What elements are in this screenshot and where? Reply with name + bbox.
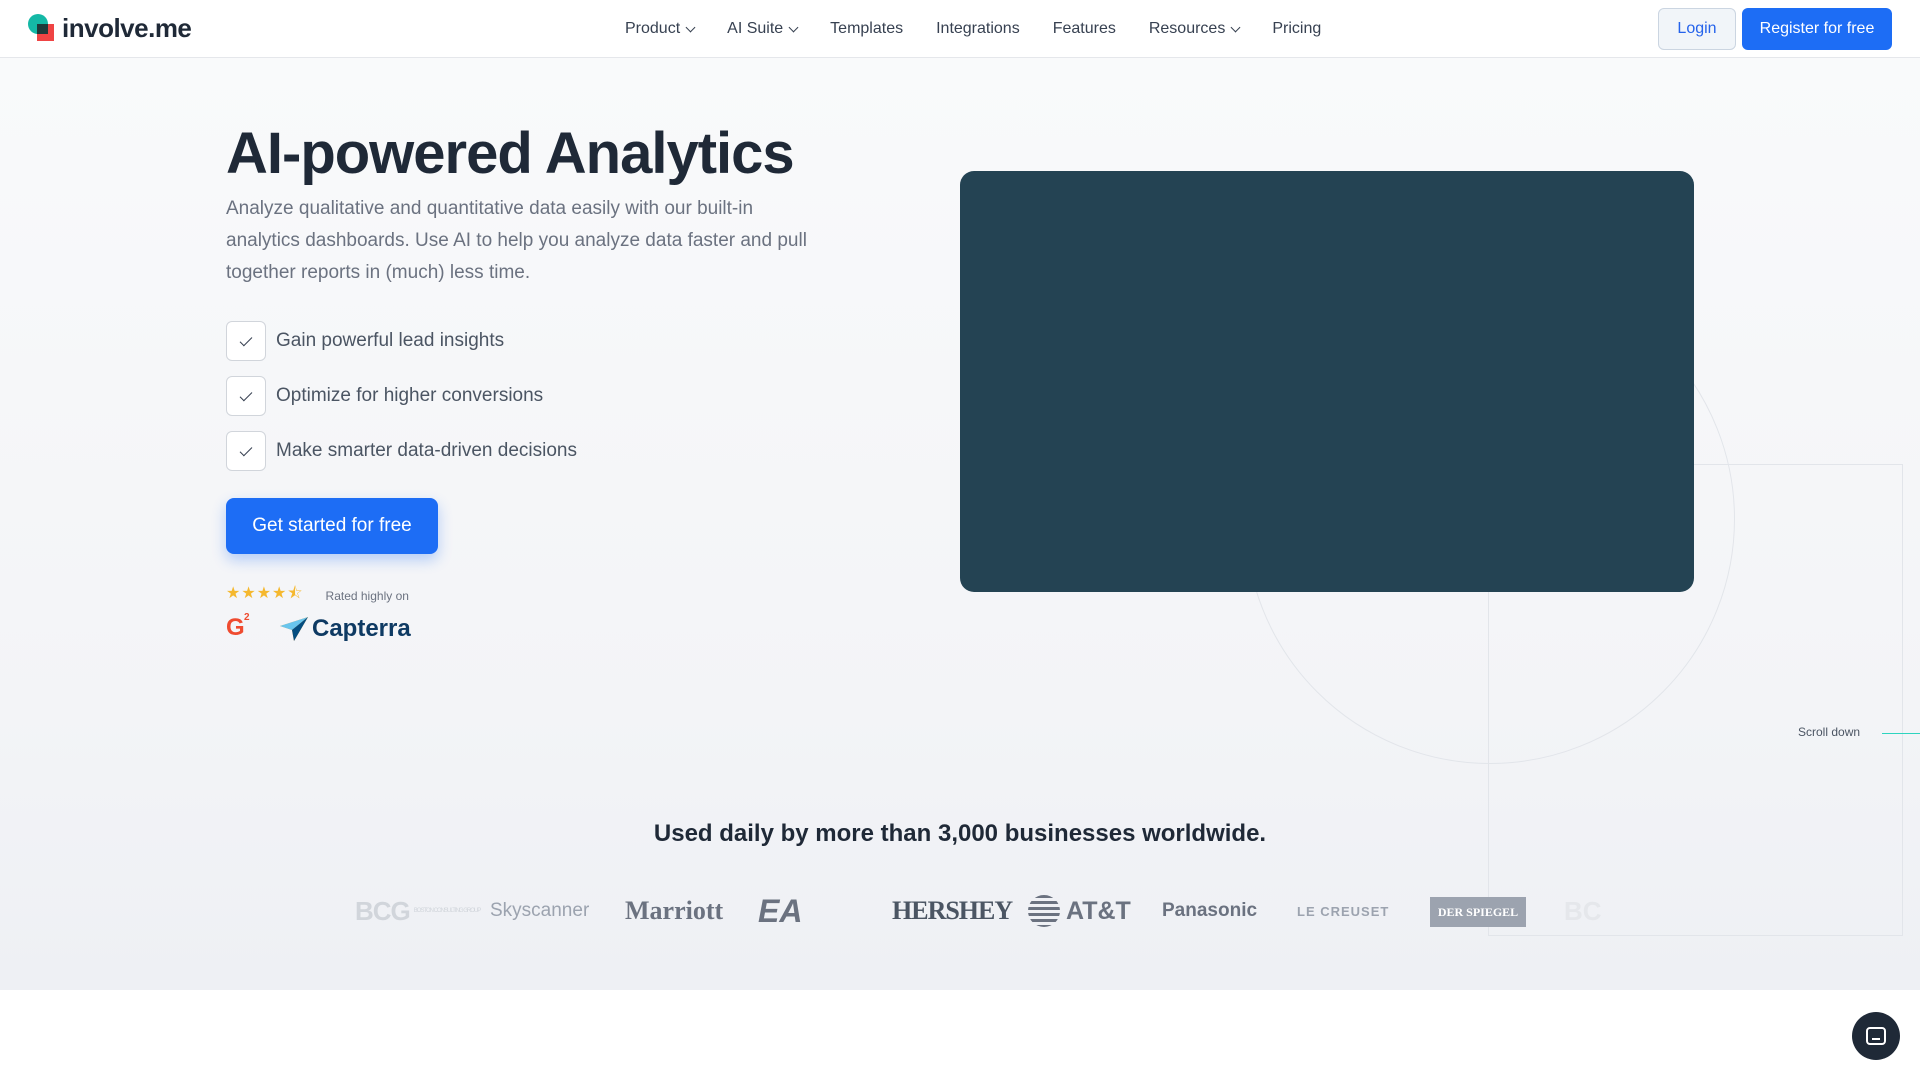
scroll-indicator-line xyxy=(1882,733,1920,734)
capterra-arrow-icon xyxy=(280,617,308,641)
main-nav: Product AI Suite Templates Integrations … xyxy=(625,0,1354,58)
scroll-down-label[interactable]: Scroll down xyxy=(1798,725,1860,739)
hershey-logo: HERSHEY xyxy=(892,896,1013,925)
hero-media-panel[interactable] xyxy=(960,171,1694,592)
ea-logo: EA xyxy=(758,892,803,929)
nav-item-pricing[interactable]: Pricing xyxy=(1272,20,1321,38)
nav-item-features[interactable]: Features xyxy=(1053,20,1116,38)
nav-item-ai-suite[interactable]: AI Suite xyxy=(727,20,799,38)
feature-checklist: Gain powerful lead insights Optimize for… xyxy=(226,320,577,485)
nav-label: Pricing xyxy=(1272,20,1322,37)
checklist-label: Optimize for higher conversions xyxy=(276,385,544,406)
checklist-label: Make smarter data-driven decisions xyxy=(276,440,577,461)
nav-label: Product xyxy=(625,20,681,37)
checklist-label: Gain powerful lead insights xyxy=(276,330,505,351)
register-button[interactable]: Register for free xyxy=(1742,8,1892,50)
chevron-down-icon xyxy=(1230,22,1241,32)
capterra-logo[interactable]: Capterra xyxy=(280,615,411,643)
rated-highly-text: Rated highly on xyxy=(325,588,409,603)
nav-item-templates[interactable]: Templates xyxy=(830,20,903,38)
nav-item-resources[interactable]: Resources xyxy=(1148,20,1241,38)
chevron-down-icon xyxy=(788,22,799,32)
hero-section: AI-powered Analytics Analyze qualitative… xyxy=(0,58,1920,990)
checkmark-icon xyxy=(226,431,266,471)
nav-item-integrations[interactable]: Integrations xyxy=(936,20,1020,38)
chat-icon xyxy=(1866,1027,1886,1045)
get-started-button[interactable]: Get started for free xyxy=(226,498,438,554)
g2-logo[interactable]: G 2 xyxy=(226,612,256,644)
faded-logo: BC xyxy=(1564,895,1602,926)
list-item: Gain powerful lead insights xyxy=(226,320,577,362)
att-globe-icon xyxy=(1028,895,1060,927)
checkmark-icon xyxy=(226,376,266,416)
logo-mark-icon xyxy=(28,13,58,44)
list-item: Optimize for higher conversions xyxy=(226,375,577,417)
top-navbar: involve.me Product AI Suite Templates In… xyxy=(0,0,1920,58)
bcg-logo: BCG BOSTON CONSULTING GROUP xyxy=(355,895,481,926)
marriott-logo: Marriott xyxy=(625,896,724,925)
der-spiegel-logo: DER SPIEGEL xyxy=(1430,897,1526,927)
star-rating-icon: ★★★★⯪ xyxy=(226,585,304,602)
nav-label: Templates xyxy=(830,20,904,37)
checkmark-icon xyxy=(226,321,266,361)
nav-item-product[interactable]: Product xyxy=(625,20,696,38)
involve-me-logo[interactable]: involve.me xyxy=(28,13,192,44)
chevron-down-icon xyxy=(685,22,696,32)
login-button[interactable]: Login xyxy=(1658,8,1736,50)
nav-label: Resources xyxy=(1148,20,1226,37)
hero-description: Analyze qualitative and quantitative dat… xyxy=(226,198,807,283)
customer-logos: BCG BOSTON CONSULTING GROUP Skyscanner Ma… xyxy=(0,886,1920,936)
logo-text: involve.me xyxy=(62,13,192,43)
panasonic-logo: Panasonic xyxy=(1162,900,1258,921)
le-creuset-logo: LE CREUSET xyxy=(1297,903,1390,919)
social-proof-headline: Used daily by more than 3,000 businesses… xyxy=(653,820,1267,847)
page-title: AI-powered Analytics xyxy=(226,121,795,186)
nav-label: Integrations xyxy=(936,20,1020,37)
chat-launcher-button[interactable] xyxy=(1852,1012,1900,1060)
skyscanner-logo: Skyscanner xyxy=(490,900,590,921)
att-logo: AT&T xyxy=(1028,886,1131,936)
nav-label: Features xyxy=(1052,20,1116,37)
review-badges: G 2 Capterra xyxy=(226,612,411,644)
rating-row: ★★★★⯪ Rated highly on xyxy=(226,582,409,609)
list-item: Make smarter data-driven decisions xyxy=(226,430,577,472)
next-section xyxy=(0,990,1920,1080)
nav-label: AI Suite xyxy=(727,20,784,37)
